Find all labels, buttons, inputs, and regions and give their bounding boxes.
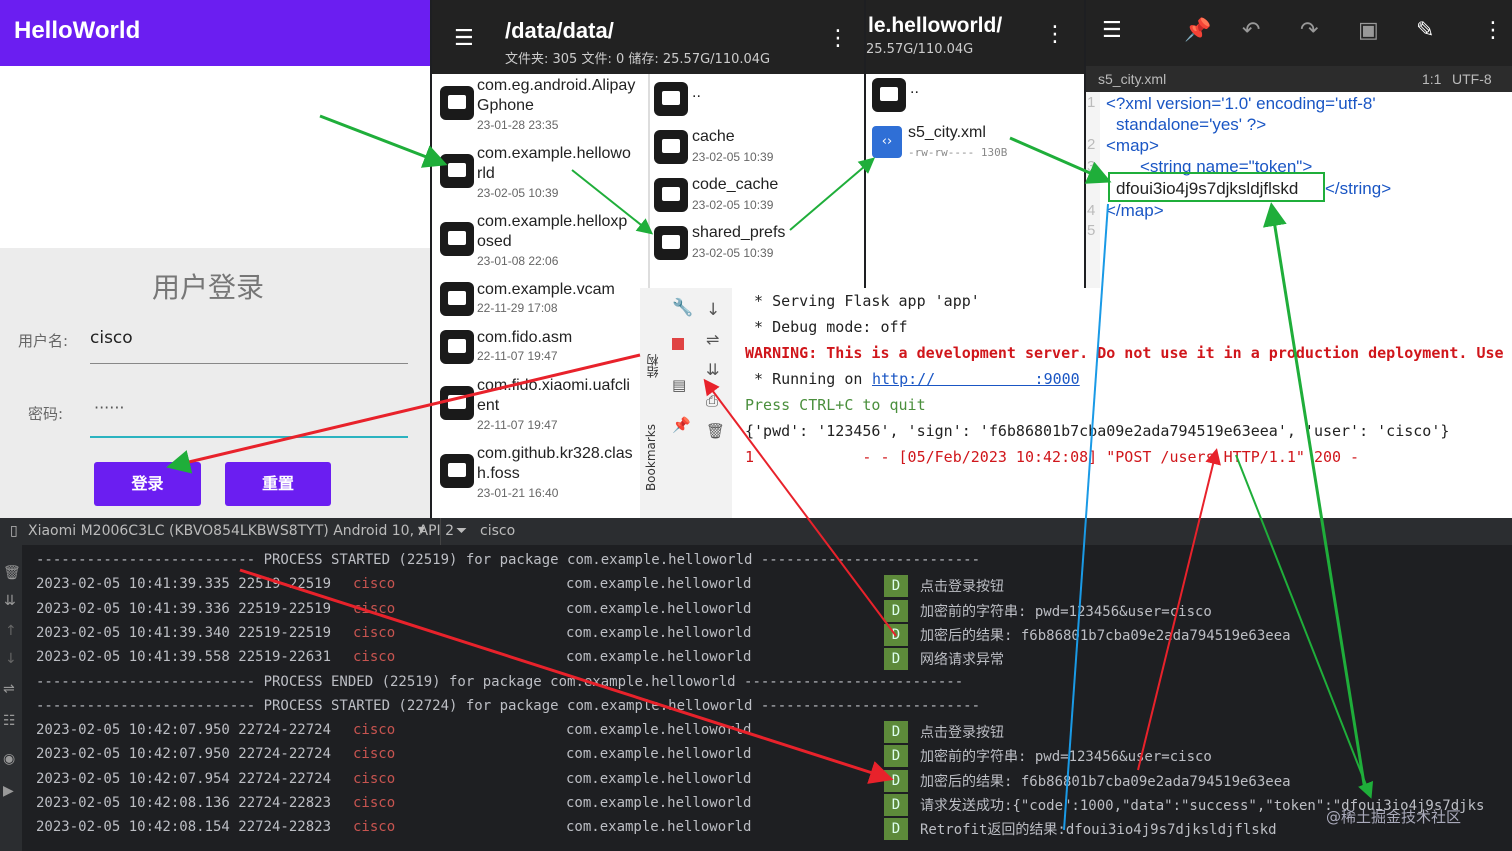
green-arrow (319, 114, 448, 168)
red-arrow (239, 568, 894, 784)
green-arrow (1009, 136, 1112, 184)
green-arrow (1262, 202, 1367, 791)
red-arrow (1137, 448, 1221, 771)
red-arrow (703, 378, 897, 637)
green-arrow (789, 157, 876, 231)
annotation-overlay (166, 114, 1374, 831)
green-arrow (1235, 454, 1374, 799)
red-arrow (166, 353, 641, 474)
green-arrow (571, 169, 654, 235)
watermark: @稀土掘金技术社区 (1326, 808, 1462, 826)
blue-line (1063, 203, 1109, 831)
